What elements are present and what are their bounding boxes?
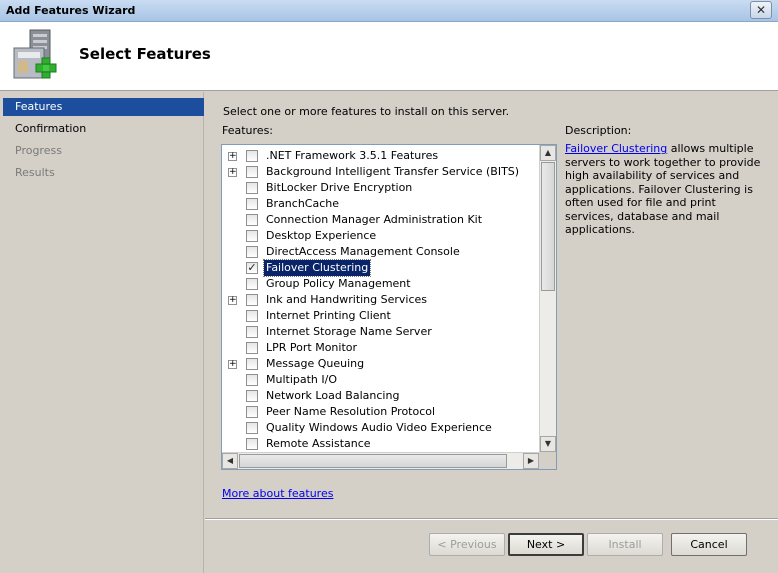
- feature-checkbox[interactable]: [246, 166, 258, 178]
- feature-row[interactable]: Connection Manager Administration Kit: [222, 212, 539, 228]
- feature-label[interactable]: Internet Printing Client: [264, 308, 393, 324]
- feature-label[interactable]: Quality Windows Audio Video Experience: [264, 420, 494, 436]
- nav-item-features[interactable]: Features: [3, 98, 204, 116]
- description-label: Description:: [565, 124, 632, 137]
- feature-checkbox[interactable]: [246, 246, 258, 258]
- feature-label[interactable]: Remote Assistance: [264, 436, 373, 452]
- feature-label[interactable]: .NET Framework 3.5.1 Features: [264, 148, 440, 164]
- feature-checkbox[interactable]: [246, 214, 258, 226]
- cancel-button[interactable]: Cancel: [671, 533, 747, 556]
- nav-item-confirmation[interactable]: Confirmation: [3, 120, 204, 138]
- feature-row[interactable]: Remote Assistance: [222, 436, 539, 452]
- feature-label[interactable]: Group Policy Management: [264, 276, 413, 292]
- feature-checkbox[interactable]: ✓: [246, 262, 258, 274]
- expand-toggle-icon[interactable]: +: [228, 168, 237, 177]
- feature-checkbox[interactable]: [246, 310, 258, 322]
- feature-label[interactable]: LPR Port Monitor: [264, 340, 359, 356]
- feature-label[interactable]: Internet Storage Name Server: [264, 324, 434, 340]
- feature-checkbox[interactable]: [246, 230, 258, 242]
- feature-checkbox[interactable]: [246, 326, 258, 338]
- server-add-icon: [12, 28, 62, 82]
- feature-label[interactable]: Failover Clustering: [262, 259, 372, 277]
- feature-checkbox[interactable]: [246, 182, 258, 194]
- next-button[interactable]: Next >: [508, 533, 584, 556]
- vertical-scrollbar[interactable]: ▲ ▼: [539, 145, 556, 452]
- more-about-features-link[interactable]: More about features: [222, 487, 333, 500]
- feature-row[interactable]: + Ink and Handwriting Services: [222, 292, 539, 308]
- feature-label[interactable]: Background Intelligent Transfer Service …: [264, 164, 521, 180]
- scroll-left-button[interactable]: ◀: [222, 453, 238, 469]
- footer-divider: [205, 518, 778, 520]
- feature-row[interactable]: Network Load Balancing: [222, 388, 539, 404]
- wizard-steps-nav: Features Confirmation Progress Results: [0, 92, 204, 573]
- feature-row[interactable]: + Background Intelligent Transfer Service…: [222, 164, 539, 180]
- features-label: Features:: [222, 124, 274, 137]
- feature-label[interactable]: Peer Name Resolution Protocol: [264, 404, 437, 420]
- intro-text: Select one or more features to install o…: [223, 105, 510, 118]
- description-link[interactable]: Failover Clustering: [565, 142, 667, 155]
- feature-checkbox[interactable]: [246, 358, 258, 370]
- feature-label[interactable]: Connection Manager Administration Kit: [264, 212, 484, 228]
- feature-checkbox[interactable]: [246, 406, 258, 418]
- scrollbar-corner: [539, 452, 556, 469]
- feature-row[interactable]: Quality Windows Audio Video Experience: [222, 420, 539, 436]
- horizontal-scroll-thumb[interactable]: [239, 454, 507, 468]
- feature-row[interactable]: ✓ Failover Clustering: [222, 259, 539, 277]
- feature-label[interactable]: BitLocker Drive Encryption: [264, 180, 414, 196]
- feature-row[interactable]: LPR Port Monitor: [222, 340, 539, 356]
- feature-row[interactable]: BranchCache: [222, 196, 539, 212]
- feature-row[interactable]: DirectAccess Management Console: [222, 244, 539, 260]
- features-list: + .NET Framework 3.5.1 Features + Backgroun…: [222, 145, 539, 452]
- vertical-scroll-thumb[interactable]: [541, 162, 555, 291]
- feature-row[interactable]: + Message Queuing: [222, 356, 539, 372]
- title-bar[interactable]: Add Features Wizard ✕: [0, 0, 778, 22]
- feature-row[interactable]: + .NET Framework 3.5.1 Features: [222, 148, 539, 164]
- feature-checkbox[interactable]: [246, 342, 258, 354]
- feature-row[interactable]: Internet Printing Client: [222, 308, 539, 324]
- feature-checkbox[interactable]: [246, 294, 258, 306]
- description-text: Failover Clustering allows multiple serv…: [565, 142, 761, 237]
- add-features-wizard-window: Add Features Wizard ✕ Select Features Fe…: [0, 0, 778, 573]
- install-button[interactable]: Install: [587, 533, 663, 556]
- feature-label[interactable]: BranchCache: [264, 196, 341, 212]
- feature-row[interactable]: Internet Storage Name Server: [222, 324, 539, 340]
- description-body: allows multiple servers to work together…: [565, 142, 761, 236]
- feature-row[interactable]: Desktop Experience: [222, 228, 539, 244]
- previous-button[interactable]: < Previous: [429, 533, 505, 556]
- feature-label[interactable]: Ink and Handwriting Services: [264, 292, 429, 308]
- feature-checkbox[interactable]: [246, 422, 258, 434]
- feature-label[interactable]: Network Load Balancing: [264, 388, 401, 404]
- feature-checkbox[interactable]: [246, 390, 258, 402]
- feature-checkbox[interactable]: [246, 438, 258, 450]
- feature-row[interactable]: Multipath I/O: [222, 372, 539, 388]
- features-tree[interactable]: + .NET Framework 3.5.1 Features + Backgroun…: [221, 144, 557, 470]
- feature-label[interactable]: Message Queuing: [264, 356, 366, 372]
- main-content: Select one or more features to install o…: [205, 92, 778, 519]
- wizard-header: Select Features: [0, 22, 778, 91]
- scroll-right-button[interactable]: ▶: [523, 453, 539, 469]
- nav-item-progress: Progress: [15, 144, 62, 157]
- feature-checkbox[interactable]: [246, 150, 258, 162]
- horizontal-scrollbar[interactable]: ◀ ▶: [222, 452, 539, 469]
- feature-label[interactable]: DirectAccess Management Console: [264, 244, 462, 260]
- expand-toggle-icon[interactable]: +: [228, 296, 237, 305]
- expand-toggle-icon[interactable]: +: [228, 152, 237, 161]
- feature-row[interactable]: BitLocker Drive Encryption: [222, 180, 539, 196]
- feature-label[interactable]: Multipath I/O: [264, 372, 339, 388]
- feature-checkbox[interactable]: [246, 278, 258, 290]
- feature-checkbox[interactable]: [246, 374, 258, 386]
- nav-item-results: Results: [15, 166, 55, 179]
- expand-toggle-icon[interactable]: +: [228, 360, 237, 369]
- scroll-down-button[interactable]: ▼: [540, 436, 556, 452]
- feature-row[interactable]: Peer Name Resolution Protocol: [222, 404, 539, 420]
- feature-row[interactable]: Group Policy Management: [222, 276, 539, 292]
- page-title: Select Features: [79, 45, 211, 63]
- feature-checkbox[interactable]: [246, 198, 258, 210]
- scroll-up-button[interactable]: ▲: [540, 145, 556, 161]
- window-title: Add Features Wizard: [6, 4, 136, 17]
- close-button[interactable]: ✕: [750, 1, 772, 19]
- feature-label[interactable]: Desktop Experience: [264, 228, 378, 244]
